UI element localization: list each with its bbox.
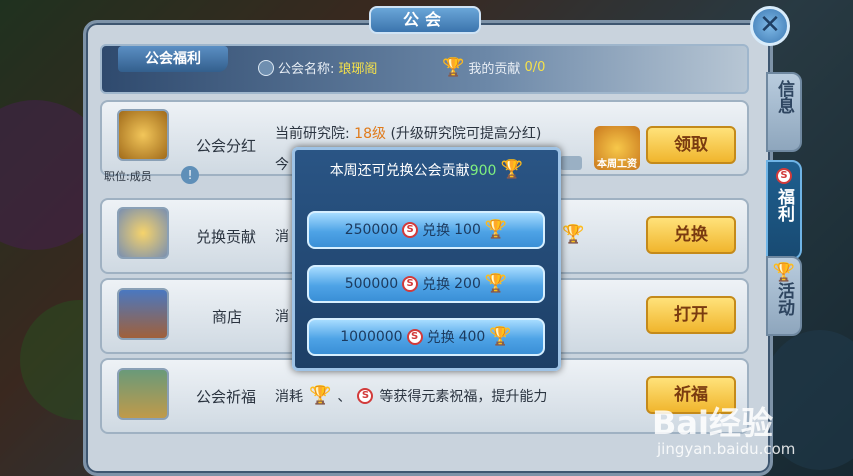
row-label-shop: 商店 bbox=[212, 308, 243, 326]
tab-benefits-label: 福利 bbox=[774, 188, 794, 222]
tab-activities-label: 活动 bbox=[774, 282, 794, 316]
coin-icon: S bbox=[776, 168, 792, 184]
panel-title: 公会 bbox=[369, 6, 481, 34]
trophy-icon: 🏆 bbox=[442, 56, 465, 78]
shield-icon bbox=[258, 59, 274, 76]
winged-trophy-icon bbox=[117, 207, 169, 259]
contribution-label: 我的贡献 bbox=[468, 62, 521, 77]
exchange-option-1[interactable]: 250000 S 兑换 100 🏆 bbox=[307, 211, 545, 249]
trophy-icon: 🏆 bbox=[562, 224, 585, 245]
trophy-icon: 🏆 bbox=[489, 326, 512, 347]
close-button[interactable]: ✕ bbox=[750, 6, 790, 46]
option-gain: 100 bbox=[454, 222, 481, 238]
desc-tail: 等获得元素祝福，提升能力 bbox=[379, 389, 548, 405]
guild-name-value: 琅琊阁 bbox=[338, 62, 378, 77]
row-desc-blessing: 消耗 🏆 、 S 等获得元素祝福，提升能力 bbox=[275, 386, 547, 406]
baidu-watermark: Bai经验 bbox=[652, 404, 773, 442]
remaining-contribution: 900 bbox=[469, 163, 497, 179]
option-gain: 400 bbox=[458, 329, 486, 345]
row-desc-exchange: 消 bbox=[275, 229, 289, 245]
altar-icon bbox=[117, 368, 169, 420]
trophy-icon: 🏆 bbox=[484, 273, 508, 294]
desc-suffix: (升级研究院可提高分红) bbox=[390, 126, 542, 142]
row-desc-line2: 今 bbox=[275, 157, 289, 173]
row-label-blessing: 公会祈福 bbox=[196, 388, 257, 406]
tab-info[interactable]: 信息 bbox=[766, 72, 802, 152]
trophy-icon: 🏆 bbox=[309, 385, 332, 406]
trophy-icon: 🏆 bbox=[484, 219, 508, 240]
row-desc-shop: 消 bbox=[275, 309, 289, 325]
trophy-icon: 🏆 bbox=[772, 262, 796, 283]
option-action: 兑换 bbox=[422, 277, 451, 293]
popup-title-text: 本周还可兑换公会贡献 bbox=[329, 163, 470, 179]
exchange-option-2[interactable]: 500000 S 兑换 200 🏆 bbox=[307, 265, 545, 303]
option-cost: 1000000 bbox=[340, 329, 403, 345]
coin-icon: S bbox=[402, 222, 419, 238]
popup-title: 本周还可兑换公会贡献900 🏆 bbox=[292, 160, 561, 180]
close-icon: ✕ bbox=[759, 10, 781, 40]
row-desc-dividend: 当前研究院: 18级 (升级研究院可提高分红) bbox=[275, 123, 541, 143]
option-action: 兑换 bbox=[426, 330, 455, 346]
watermark-url: jingyan.baidu.com bbox=[657, 440, 796, 458]
row-label-exchange: 兑换贡献 bbox=[196, 228, 257, 246]
claim-button[interactable]: 领取 bbox=[646, 126, 736, 164]
member-role: 职位:成员 bbox=[104, 170, 152, 183]
info-icon[interactable]: ! bbox=[181, 166, 199, 184]
guild-name-label: 公会名称: bbox=[278, 62, 335, 77]
desc-separator: 、 bbox=[337, 389, 352, 405]
header-tab: 公会福利 bbox=[118, 46, 228, 72]
option-action: 兑换 bbox=[422, 223, 451, 239]
coins-icon bbox=[117, 109, 169, 161]
my-contribution: 🏆 我的贡献 0/0 bbox=[442, 58, 545, 77]
shop-house-icon bbox=[117, 288, 169, 340]
option-cost: 250000 bbox=[344, 222, 399, 238]
open-shop-button[interactable]: 打开 bbox=[646, 296, 736, 334]
coin-icon: S bbox=[406, 329, 423, 345]
row-label-dividend: 公会分红 bbox=[196, 137, 257, 155]
weekly-wage-badge: 本周工资 bbox=[594, 126, 640, 170]
tab-info-label: 信息 bbox=[774, 80, 794, 114]
desc-consume: 消耗 bbox=[275, 389, 303, 405]
option-gain: 200 bbox=[454, 276, 481, 292]
weekly-wage-label: 本周工资 bbox=[597, 159, 637, 170]
tab-benefits[interactable]: S 福利 bbox=[766, 160, 802, 260]
exchange-option-3[interactable]: 1000000 S 兑换 400 🏆 bbox=[307, 318, 545, 356]
coin-icon: S bbox=[402, 276, 419, 292]
option-cost: 500000 bbox=[344, 276, 399, 292]
guild-name: 公会名称: 琅琊阁 bbox=[258, 58, 377, 77]
contribution-value: 0/0 bbox=[524, 60, 546, 75]
exchange-button[interactable]: 兑换 bbox=[646, 216, 736, 254]
trophy-icon: 🏆 bbox=[500, 159, 524, 180]
desc-prefix: 当前研究院: bbox=[275, 126, 350, 142]
research-level: 18级 bbox=[354, 126, 386, 142]
coin-icon: S bbox=[357, 388, 374, 404]
tab-activities[interactable]: 🏆 活动 bbox=[766, 256, 802, 336]
progress-bar bbox=[560, 156, 582, 170]
